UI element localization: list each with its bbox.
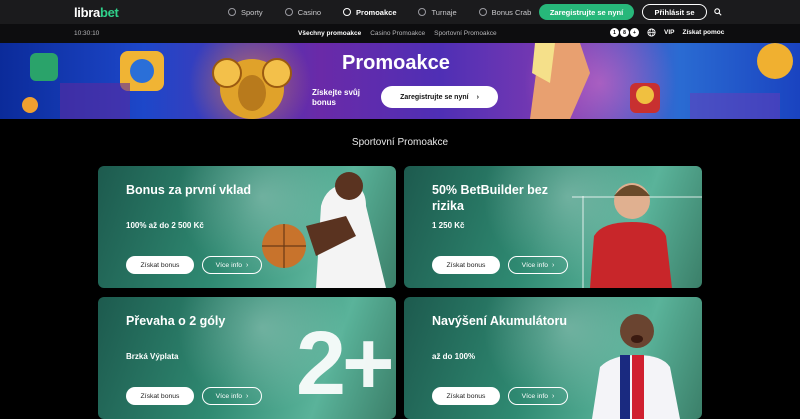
logo-text-libra: libra xyxy=(74,5,100,20)
more-info-label: Více info xyxy=(215,261,243,269)
search-icon[interactable] xyxy=(714,8,722,16)
card-title: Převaha o 2 góly xyxy=(126,314,226,328)
tab-casino-promotions[interactable]: Casino Promoakce xyxy=(370,30,425,37)
hero-button-label: Zaregistrujte se nyní xyxy=(400,93,469,101)
more-info-button[interactable]: Více info › xyxy=(202,256,262,274)
help-link[interactable]: Získat pomoc xyxy=(682,29,724,36)
top-navbar: librabet Sporty Casino Promoakce Turnaje… xyxy=(0,0,800,24)
basketball-player-art xyxy=(262,172,386,288)
promo-filter-tabs: Všechny promoakce Casino Promoakce Sport… xyxy=(298,30,497,37)
nav-item-bonus-crab[interactable]: Bonus Crab xyxy=(478,7,532,17)
two-plus-graphic: 2+ xyxy=(296,314,395,414)
chevron-right-icon: › xyxy=(552,392,555,400)
librabet-logo[interactable]: librabet xyxy=(74,5,119,20)
hero-register-button[interactable]: Zaregistrujte se nyní › xyxy=(381,86,498,108)
nav-label: Promoakce xyxy=(356,7,397,17)
ball-icon xyxy=(228,8,236,16)
nav-item-casino[interactable]: Casino xyxy=(284,7,322,17)
football-player-red-art xyxy=(572,183,702,288)
nav-label: Turnaje xyxy=(431,7,457,17)
globe-icon[interactable] xyxy=(647,28,656,37)
nav-item-turnaje[interactable]: Turnaje xyxy=(418,7,457,17)
age-digit: 1 xyxy=(610,28,619,37)
clock: 10:30:10 xyxy=(74,30,100,37)
tab-all-promotions[interactable]: Všechny promoakce xyxy=(298,30,361,37)
hero-subtitle: Získejte svůj bonus xyxy=(312,88,361,107)
nav-label: Bonus Crab xyxy=(491,7,532,17)
promo-card-two-goals[interactable]: 2+ Převaha o 2 góly Brzká Výplata Získat… xyxy=(98,297,396,419)
promo-icon xyxy=(343,8,352,16)
trophy-icon xyxy=(418,8,427,16)
crab-icon xyxy=(478,8,487,16)
promo-hero-banner: Promoakce Získejte svůj bonus Zaregistru… xyxy=(0,43,800,119)
card-title: Bonus za první vklad xyxy=(126,183,252,197)
main-nav: Sporty Casino Promoakce Turnaje Bonus Cr… xyxy=(228,0,531,24)
nav-label: Sporty xyxy=(241,7,263,17)
chip-icon xyxy=(284,8,293,16)
card-subtitle: Brzká Výplata xyxy=(126,352,179,361)
nav-item-promoakce[interactable]: Promoakce xyxy=(343,8,396,17)
football-player-psg-art xyxy=(592,314,680,419)
age-18-badge: 1 8 + xyxy=(610,28,639,37)
chevron-right-icon: › xyxy=(476,93,479,101)
age-digit: + xyxy=(630,28,639,37)
get-bonus-button[interactable]: Získat bonus xyxy=(126,387,194,405)
login-button[interactable]: Přihlásit se xyxy=(642,4,707,20)
get-bonus-button[interactable]: Získat bonus xyxy=(126,256,194,274)
sub-navbar: 10:30:10 Všechny promoakce Casino Promoa… xyxy=(0,24,800,43)
chevron-right-icon: › xyxy=(246,392,249,400)
register-button[interactable]: Zaregistrujte se nyní xyxy=(539,4,634,20)
nav-item-sporty[interactable]: Sporty xyxy=(228,8,263,17)
chevron-right-icon: › xyxy=(246,261,249,269)
card-title: 50% BetBuilder bez rizika xyxy=(432,183,549,213)
logo-text-bet: bet xyxy=(99,5,119,20)
promo-card-accumulator[interactable]: Navýšení Akumulátoru až do 100% Získat b… xyxy=(404,297,702,419)
card-subtitle: až do 100% xyxy=(432,352,476,361)
vip-link[interactable]: VIP xyxy=(664,29,674,36)
more-info-button[interactable]: Více info › xyxy=(508,256,568,274)
age-digit: 8 xyxy=(620,28,629,37)
subbar-right: 1 8 + VIP Získat pomoc xyxy=(610,28,724,37)
more-info-label: Více info xyxy=(521,392,549,400)
chevron-right-icon: › xyxy=(552,261,555,269)
tab-sport-promotions[interactable]: Sportovní Promoakce xyxy=(434,30,497,37)
hero-right-art xyxy=(530,43,793,119)
golden-ram-art xyxy=(212,58,292,119)
promo-card-betbuilder[interactable]: 50% BetBuilder bez rizika 1 250 Kč Získa… xyxy=(404,166,702,288)
promo-card-first-deposit[interactable]: Bonus za první vklad 100% až do 2 500 Kč… xyxy=(98,166,396,288)
get-bonus-button[interactable]: Získat bonus xyxy=(432,387,500,405)
card-title: Navýšení Akumulátoru xyxy=(432,314,567,328)
get-bonus-button[interactable]: Získat bonus xyxy=(432,256,500,274)
more-info-button[interactable]: Více info › xyxy=(508,387,568,405)
more-info-label: Více info xyxy=(521,261,549,269)
more-info-button[interactable]: Více info › xyxy=(202,387,262,405)
card-subtitle: 100% až do 2 500 Kč xyxy=(126,221,204,230)
hero-title: Promoakce xyxy=(342,52,450,74)
section-title: Sportovní Promoakce xyxy=(351,137,449,148)
more-info-label: Více info xyxy=(215,392,243,400)
hero-left-art xyxy=(22,51,164,119)
nav-label: Casino xyxy=(297,7,322,17)
card-subtitle: 1 250 Kč xyxy=(432,221,465,230)
